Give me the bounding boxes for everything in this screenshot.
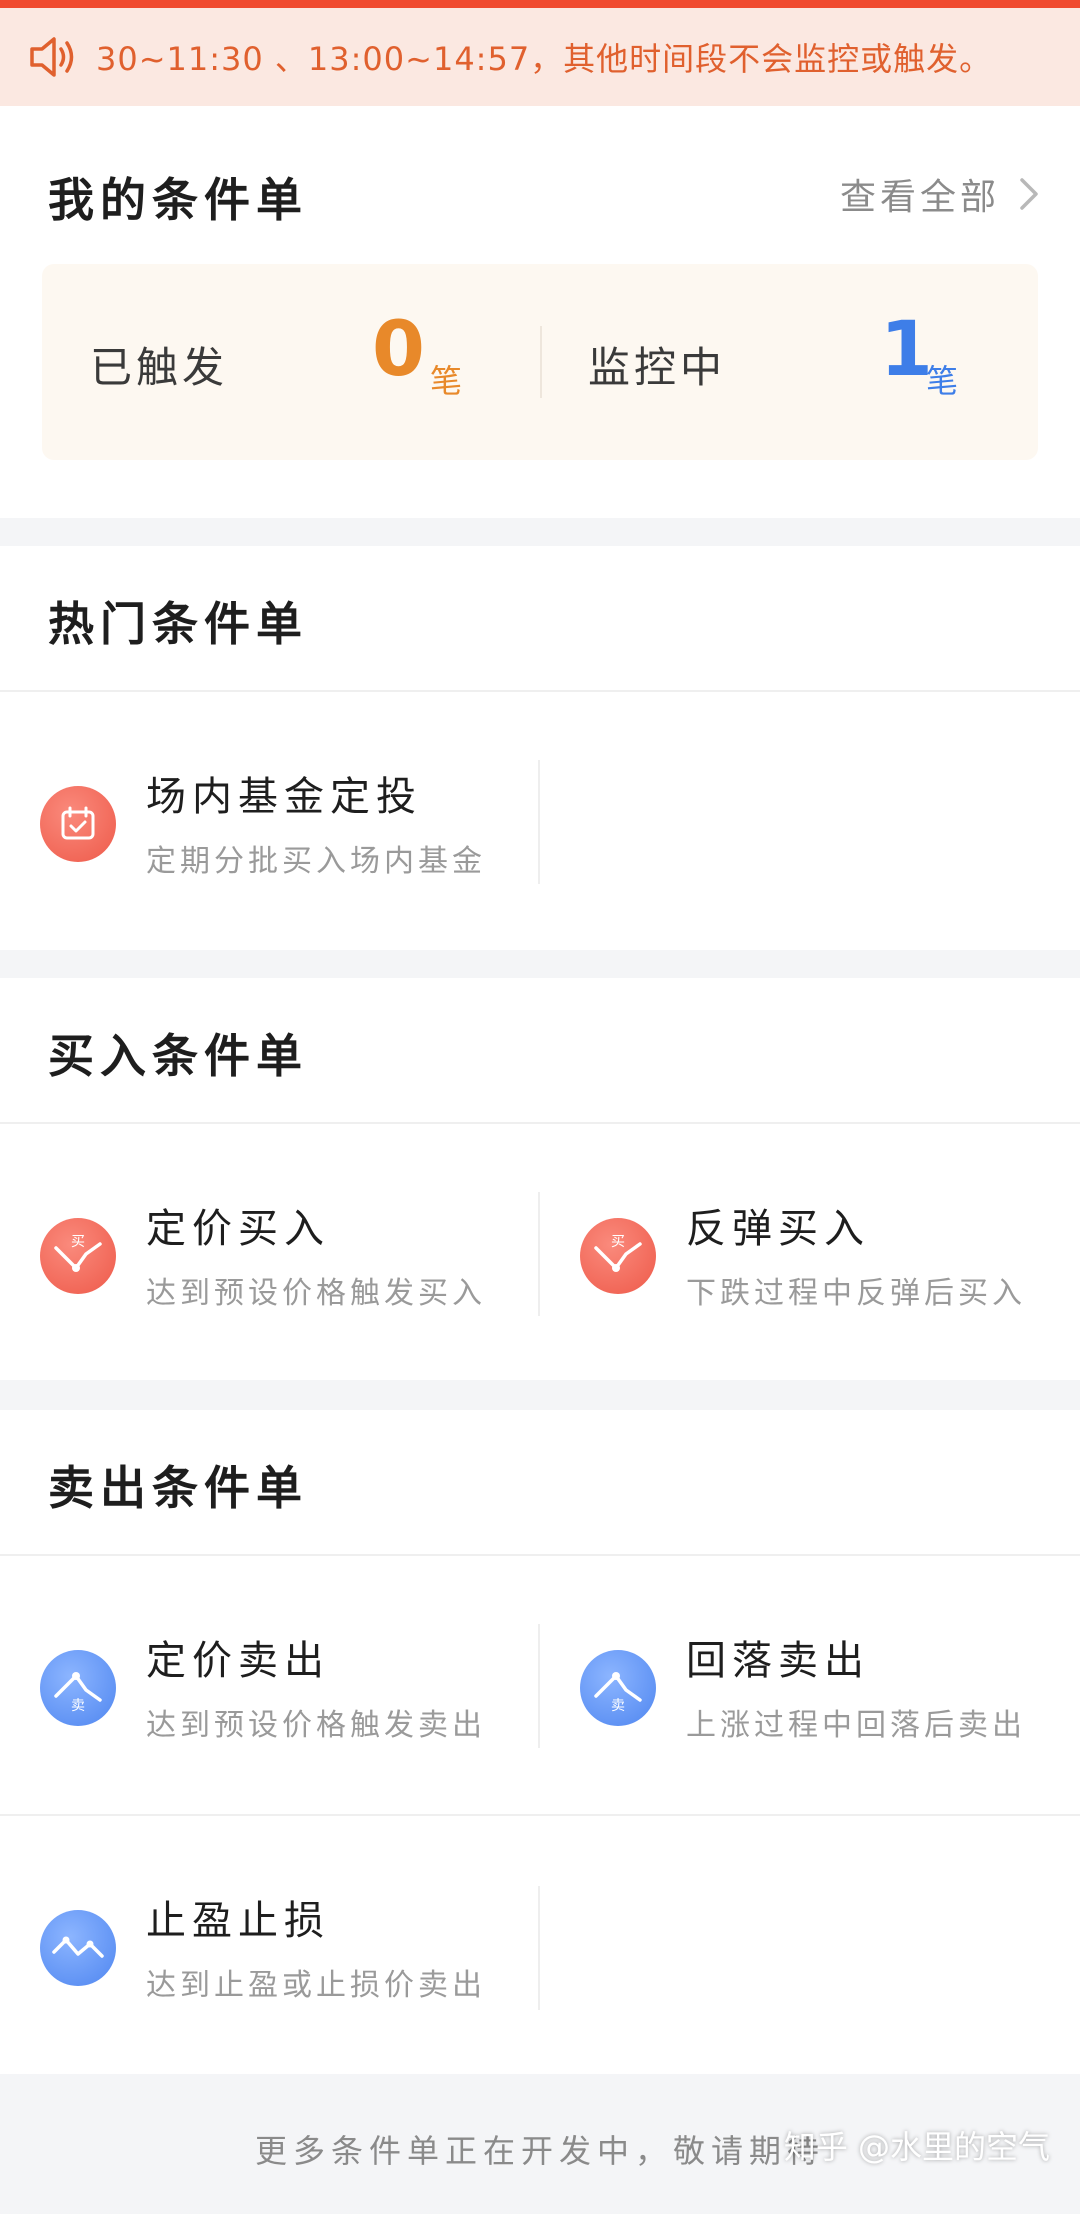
sell-badge: 卖 <box>71 1698 85 1714</box>
price-sell-icon: 卖 <box>40 1650 116 1726</box>
chevron-right-icon <box>1020 178 1038 210</box>
buy-badge: 买 <box>611 1234 625 1250</box>
view-all-link[interactable]: 查看全部 <box>840 168 1040 220</box>
triggered-count: 0 <box>372 304 425 393</box>
column-divider <box>538 760 540 884</box>
item-subtitle: 上涨过程中回落后卖出 <box>686 1708 1026 1743</box>
triggered-unit: 笔 <box>430 362 463 400</box>
item-subtitle: 达到预设价格触发卖出 <box>146 1708 486 1743</box>
notice-banner: 30~11:30 、13:00~14:57，其他时间段不会监控或触发。 <box>0 8 1080 106</box>
item-title: 定价卖出 <box>146 1638 330 1684</box>
column-divider <box>538 1624 540 1748</box>
section-divider <box>0 690 1080 692</box>
order-summary-card: 已触发 0 笔 监控中 1 笔 <box>42 264 1038 460</box>
hot-orders-section: 热门条件单 场内基金定投 定期分批买入场内基金 <box>0 546 1080 950</box>
sell-orders-section: 卖出条件单 卖 定价卖出 达到预设价格触发卖出 卖 回落卖出 上涨过程中回落后卖… <box>0 1410 1080 2074</box>
item-subtitle: 达到预设价格触发买入 <box>146 1276 486 1311</box>
rebound-buy-icon: 买 <box>580 1218 656 1294</box>
item-title: 场内基金定投 <box>146 774 422 820</box>
item-title: 止盈止损 <box>146 1898 330 1944</box>
buy-badge: 买 <box>71 1234 85 1250</box>
notice-text: 30~11:30 、13:00~14:57，其他时间段不会监控或触发。 <box>96 40 993 78</box>
monitoring-label: 监控中 <box>588 343 727 392</box>
sell-orders-title: 卖出条件单 <box>48 1461 308 1515</box>
pullback-sell-icon: 卖 <box>580 1650 656 1726</box>
summary-divider <box>540 326 542 398</box>
triggered-label: 已触发 <box>90 343 229 392</box>
monitoring-count: 1 <box>880 304 933 393</box>
item-title: 定价买入 <box>146 1206 330 1252</box>
item-subtitle: 定期分批买入场内基金 <box>146 844 486 879</box>
item-title: 反弹买入 <box>686 1206 870 1252</box>
top-accent-bar <box>0 0 1080 8</box>
buy-orders-title: 买入条件单 <box>48 1029 308 1083</box>
item-title: 回落卖出 <box>686 1638 870 1684</box>
column-divider <box>538 1192 540 1316</box>
sell-badge: 卖 <box>611 1698 625 1714</box>
section-divider <box>0 1554 1080 1556</box>
view-all-label: 查看全部 <box>839 177 1000 218</box>
row-divider <box>0 1814 1080 1816</box>
section-divider <box>0 1122 1080 1124</box>
my-orders-title: 我的条件单 <box>48 173 308 227</box>
calendar-icon <box>40 786 116 862</box>
watermark: 知乎 @水里的空气 <box>783 2128 1050 2166</box>
item-subtitle: 达到止盈或止损价卖出 <box>146 1968 486 2003</box>
stop-profit-loss-icon <box>40 1910 116 1986</box>
buy-orders-section: 买入条件单 买 定价买入 达到预设价格触发买入 买 反弹买入 下跌过程中反弹后买… <box>0 978 1080 1380</box>
monitoring-unit: 笔 <box>926 362 959 400</box>
speaker-icon <box>30 37 74 77</box>
item-subtitle: 下跌过程中反弹后买入 <box>686 1276 1026 1311</box>
my-orders-section: 我的条件单 查看全部 已触发 0 笔 监控中 1 笔 <box>0 106 1080 518</box>
column-divider <box>538 1886 540 2010</box>
hot-orders-title: 热门条件单 <box>48 597 308 651</box>
price-buy-icon: 买 <box>40 1218 116 1294</box>
